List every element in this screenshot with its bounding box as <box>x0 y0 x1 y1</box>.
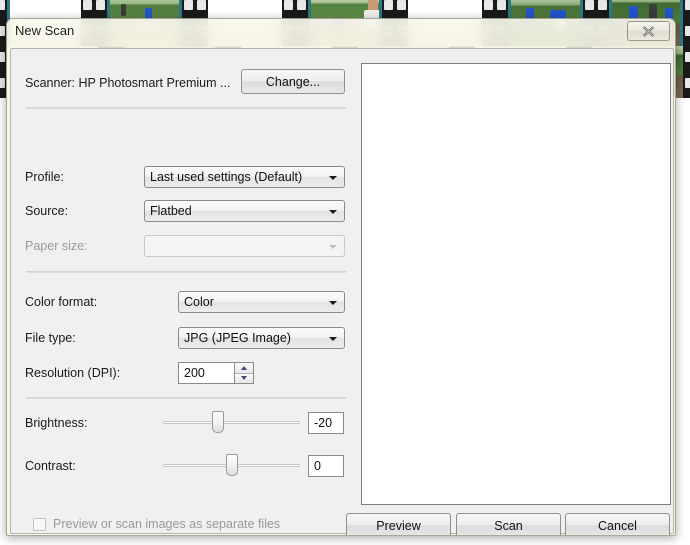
brightness-value-field[interactable]: -20 <box>308 412 344 434</box>
desktop-background: New Scan Scanner: HP Photosmart Premium … <box>0 0 690 545</box>
profile-value: Last used settings (Default) <box>150 170 303 184</box>
change-scanner-button[interactable]: Change... <box>241 69 345 94</box>
source-label: Source: <box>25 204 69 218</box>
contrast-value: 0 <box>314 459 321 473</box>
chevron-down-icon <box>329 210 337 214</box>
scan-settings-panel: Scanner: HP Photosmart Premium ... Chang… <box>11 49 356 533</box>
close-button[interactable] <box>627 21 670 41</box>
chevron-down-icon <box>329 301 337 305</box>
paper-size-dropdown <box>144 235 345 257</box>
chevron-up-icon <box>241 365 247 370</box>
separate-files-checkbox <box>33 517 46 531</box>
dialog-body: Scanner: HP Photosmart Premium ... Chang… <box>10 48 674 535</box>
color-format-label: Color format: <box>25 295 98 309</box>
brightness-slider-thumb[interactable] <box>211 411 224 433</box>
section-divider <box>26 271 346 273</box>
brightness-value: -20 <box>314 416 333 430</box>
chevron-down-icon <box>329 245 337 249</box>
new-scan-dialog: New Scan Scanner: HP Photosmart Premium … <box>6 18 676 536</box>
resolution-label: Resolution (DPI): <box>25 366 121 380</box>
stepper-increment-button[interactable] <box>235 363 253 374</box>
file-type-value: JPG (JPEG Image) <box>184 331 291 345</box>
paper-size-label: Paper size: <box>25 239 88 253</box>
stepper-buttons <box>234 363 253 383</box>
scan-button[interactable]: Scan <box>456 513 561 535</box>
chevron-down-icon <box>329 176 337 180</box>
separate-files-label: Preview or scan images as separate files <box>53 517 281 531</box>
color-format-dropdown[interactable]: Color <box>178 291 345 313</box>
contrast-value-field[interactable]: 0 <box>308 455 344 477</box>
resolution-stepper[interactable]: 200 <box>178 362 254 384</box>
source-value: Flatbed <box>150 204 192 218</box>
cancel-button[interactable]: Cancel <box>565 513 670 535</box>
brightness-label: Brightness: <box>25 416 88 430</box>
resolution-value: 200 <box>184 366 205 380</box>
separate-files-checkbox-row: Preview or scan images as separate files <box>33 517 280 531</box>
dialog-title: New Scan <box>15 23 75 38</box>
dialog-titlebar[interactable]: New Scan <box>7 19 675 47</box>
contrast-label: Contrast: <box>25 459 76 473</box>
chevron-down-icon <box>241 376 247 381</box>
profile-dropdown[interactable]: Last used settings (Default) <box>144 166 345 188</box>
section-divider <box>26 107 346 109</box>
chevron-down-icon <box>329 337 337 341</box>
close-icon <box>642 25 655 37</box>
section-divider <box>26 397 346 399</box>
scan-preview-pane[interactable] <box>361 63 671 505</box>
color-format-value: Color <box>184 295 214 309</box>
source-dropdown[interactable]: Flatbed <box>144 200 345 222</box>
profile-label: Profile: <box>25 170 64 184</box>
file-type-label: File type: <box>25 331 76 345</box>
contrast-slider-thumb[interactable] <box>225 454 238 476</box>
scanner-label: Scanner: HP Photosmart Premium ... <box>25 76 231 90</box>
stepper-decrement-button[interactable] <box>235 373 253 383</box>
preview-button[interactable]: Preview <box>346 513 451 535</box>
brightness-slider-track[interactable] <box>163 421 300 424</box>
file-type-dropdown[interactable]: JPG (JPEG Image) <box>178 327 345 349</box>
